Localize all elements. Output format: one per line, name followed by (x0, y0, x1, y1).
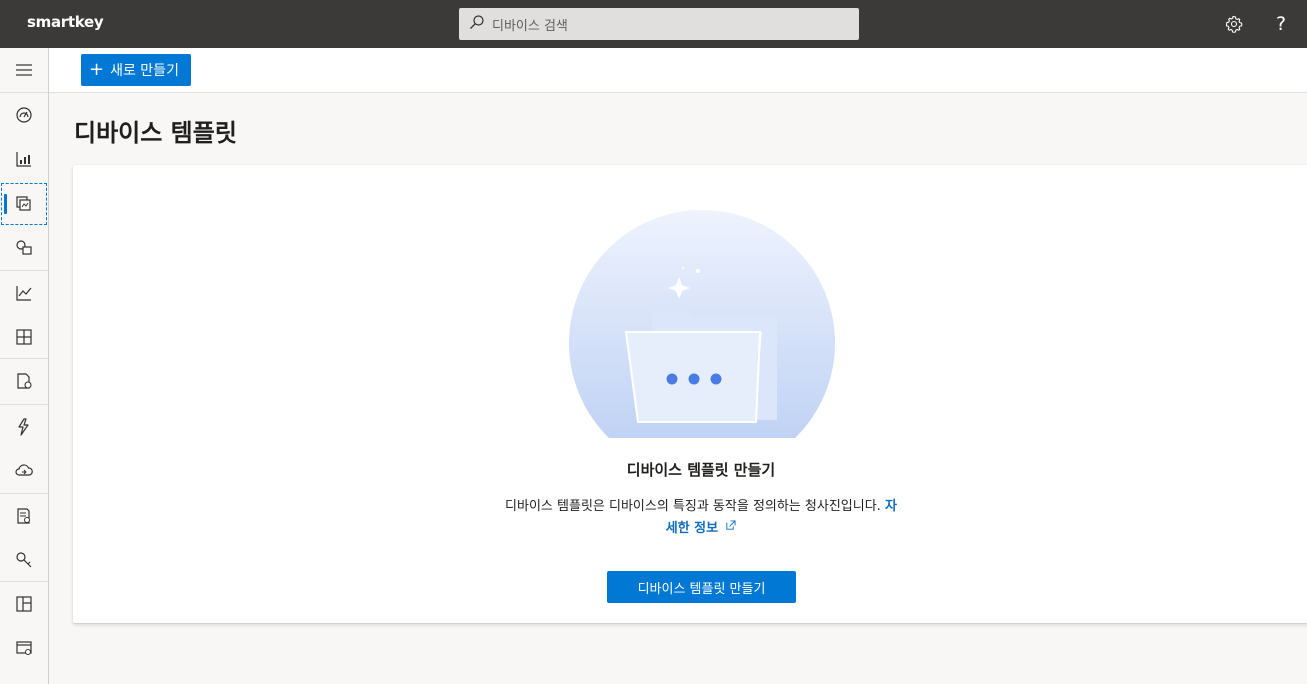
new-template-button[interactable]: + 새로 만들기 (81, 54, 191, 86)
command-bar: + 새로 만들기 (49, 48, 1307, 93)
hamburger-menu-icon[interactable] (0, 48, 48, 92)
new-button-label: 새로 만들기 (110, 63, 179, 79)
empty-state-description: 디바이스 템플릿은 디바이스의 특징과 동작을 정의하는 청사진입니다. 자세한… (500, 496, 902, 540)
gear-icon[interactable] (1222, 12, 1246, 36)
analytics-icon[interactable] (0, 271, 48, 315)
app-brand[interactable]: smartkey (27, 13, 104, 31)
customization-icon[interactable] (0, 626, 48, 670)
top-bar: smartkey 디바이스 검색 ? (0, 0, 1307, 48)
rules-icon[interactable] (0, 405, 48, 449)
permissions-icon[interactable] (0, 538, 48, 582)
plus-icon: + (89, 59, 105, 80)
help-icon[interactable]: ? (1269, 12, 1293, 36)
search-box[interactable]: 디바이스 검색 (459, 8, 859, 40)
external-link-icon (726, 520, 736, 530)
audit-log-icon[interactable] (0, 494, 48, 538)
description-text: 디바이스 템플릿은 디바이스의 특징과 동작을 정의하는 청사진입니다. (505, 499, 881, 514)
left-nav (0, 48, 49, 684)
folder-illustration (568, 210, 836, 440)
device-templates-icon[interactable] (0, 182, 48, 226)
application-icon[interactable] (0, 582, 48, 626)
search-input[interactable]: 디바이스 검색 (492, 15, 568, 34)
device-groups-icon[interactable] (0, 226, 48, 270)
devices-icon[interactable] (0, 137, 48, 181)
create-template-button[interactable]: 디바이스 템플릿 만들기 (607, 571, 796, 603)
empty-state-title: 디바이스 템플릿 만들기 (626, 461, 776, 479)
grid-layout-icon[interactable] (0, 315, 48, 359)
page-title: 디바이스 템플릿 (74, 119, 237, 147)
dashboard-icon[interactable] (0, 93, 48, 137)
jobs-icon[interactable] (0, 359, 48, 403)
search-icon (469, 14, 485, 34)
